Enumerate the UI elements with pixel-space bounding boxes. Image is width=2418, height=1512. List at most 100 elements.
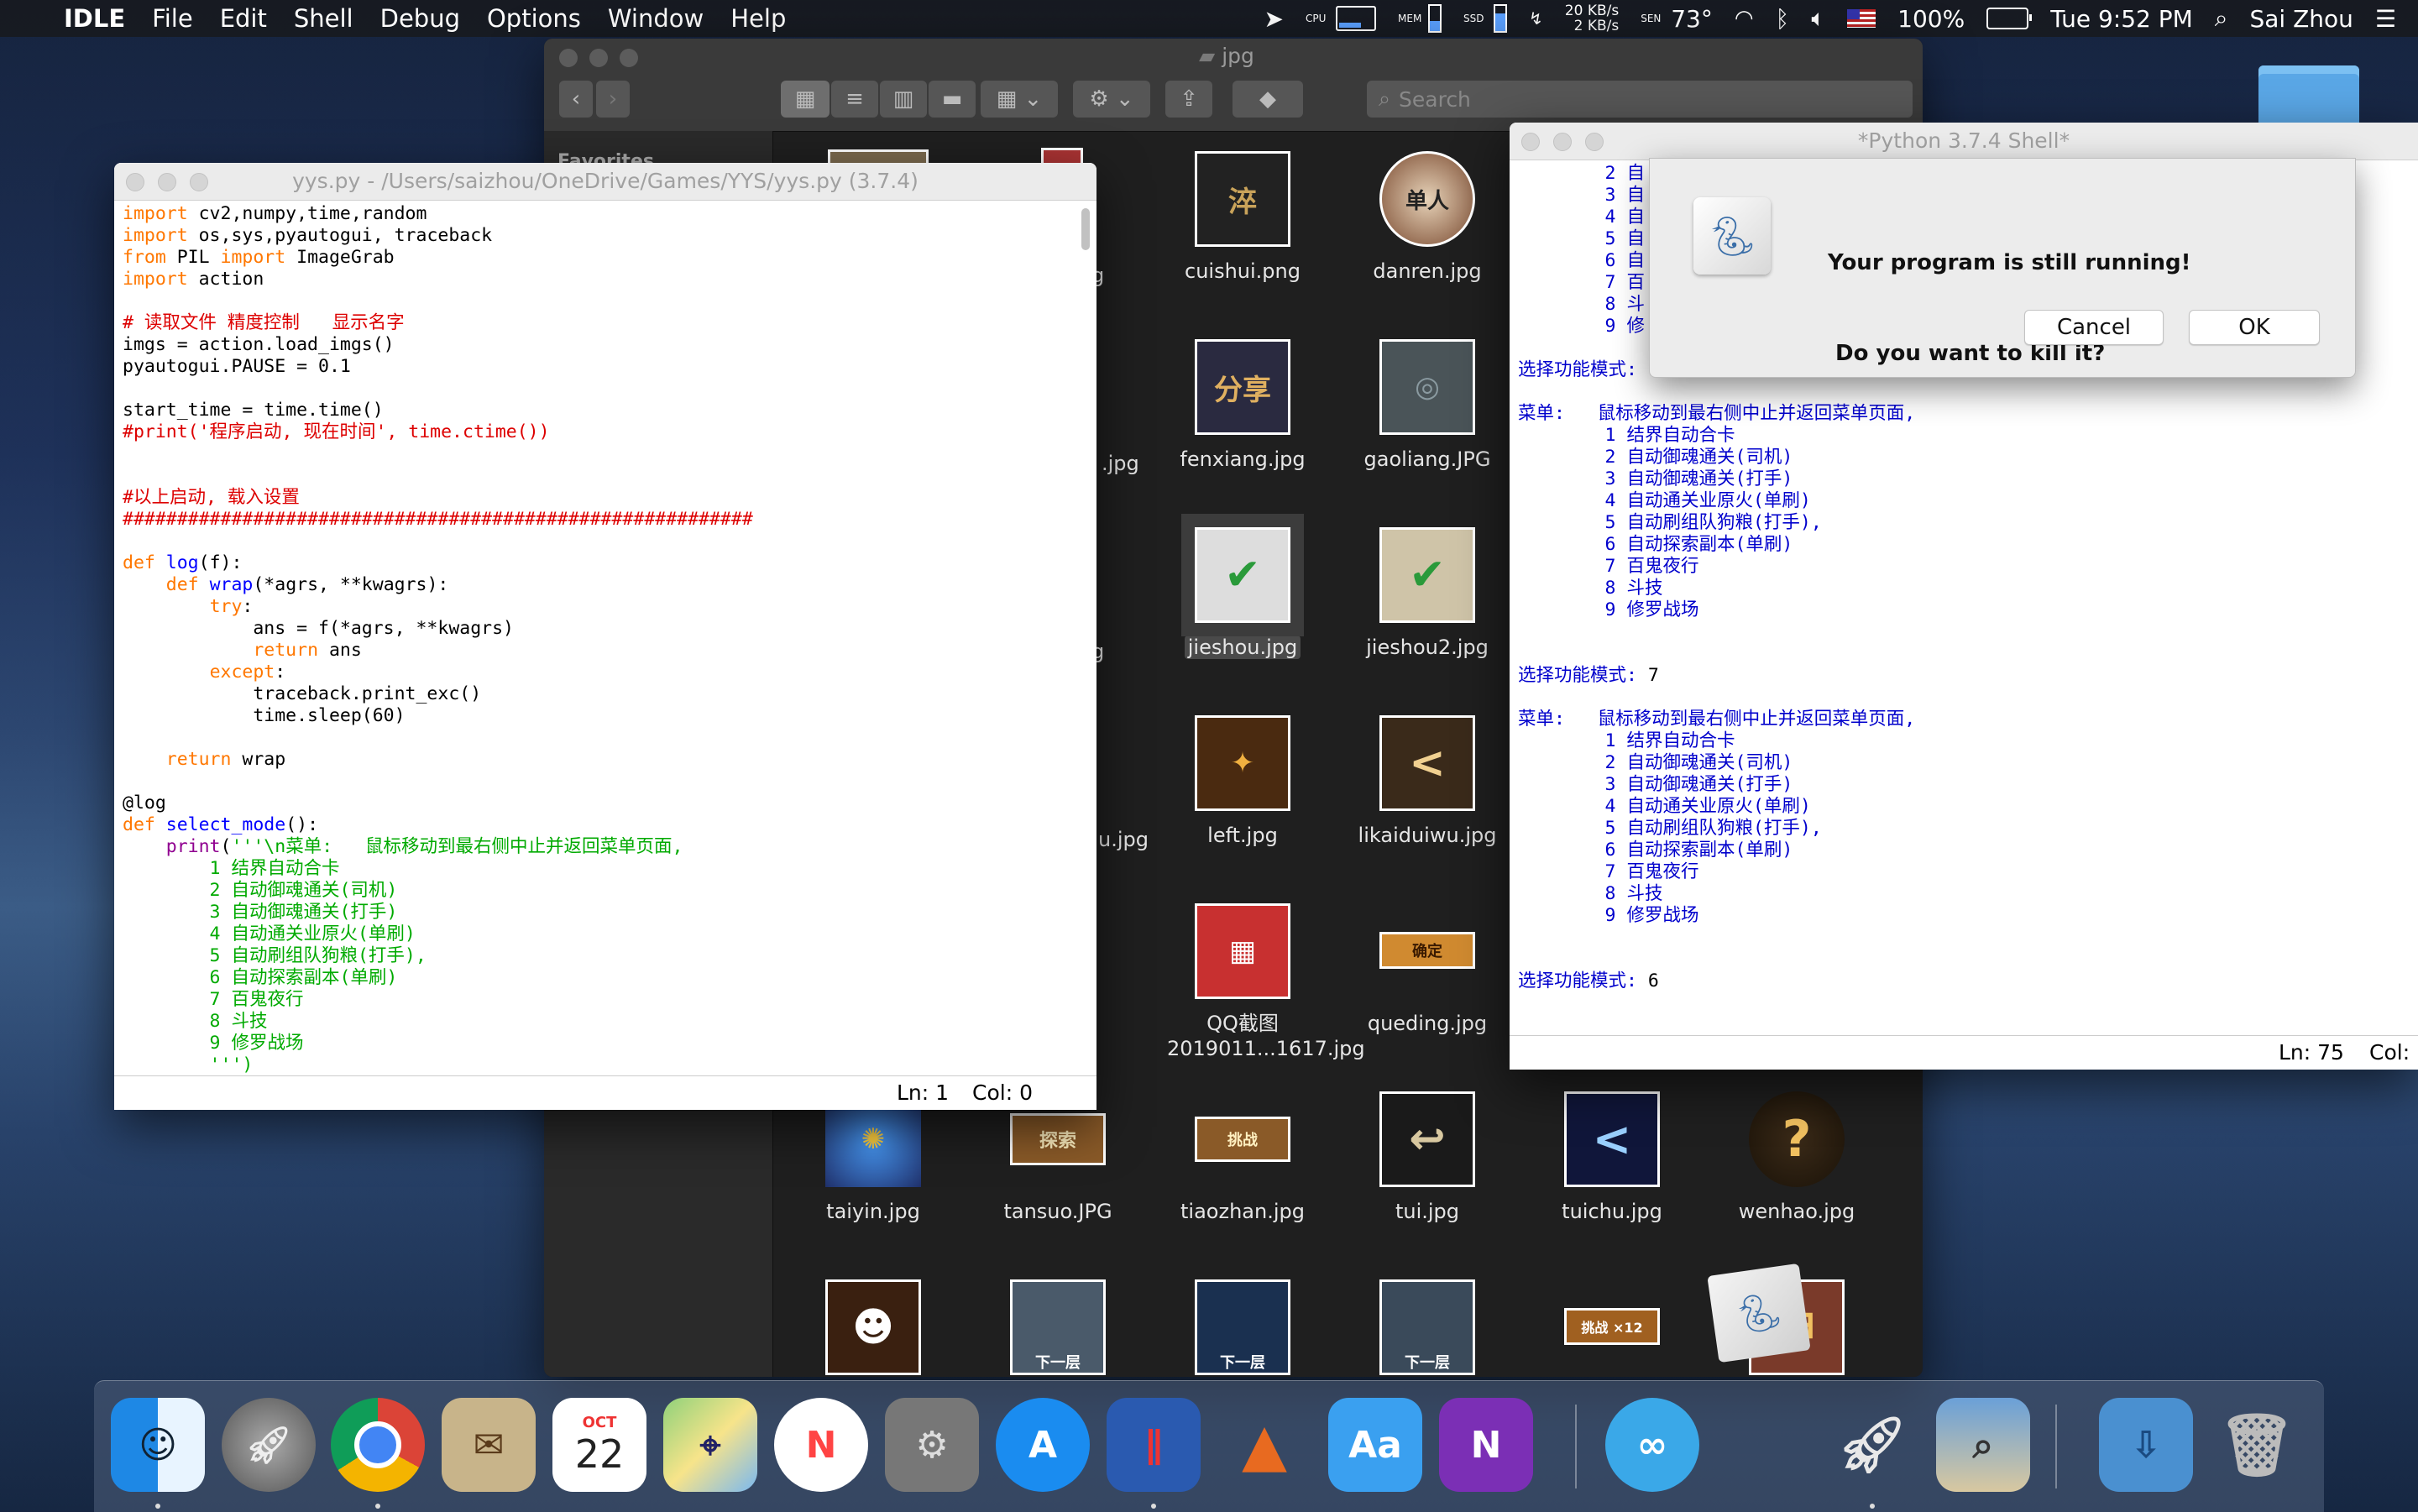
icon-view-button[interactable]: ▦ — [781, 81, 830, 118]
app-store-dock-icon[interactable]: A — [996, 1398, 1090, 1492]
group-button[interactable]: ▦ ⌄ — [981, 81, 1058, 118]
cancel-button[interactable]: Cancel — [2024, 310, 2164, 345]
onenote-dock-icon[interactable]: N — [1439, 1398, 1533, 1492]
running-indicator — [155, 1504, 160, 1509]
menu-debug[interactable]: Debug — [380, 4, 460, 33]
volume-icon[interactable]: 🔈︎ — [1811, 4, 1825, 33]
file-icon-selected[interactable]: ✔ jieshou.jpg — [1167, 514, 1318, 660]
file-icon[interactable]: ◎ gaoliang.JPG — [1352, 339, 1503, 472]
idle-python-dock-icon[interactable]: 🚀︎ — [1825, 1398, 1919, 1492]
menu-help[interactable]: Help — [730, 4, 786, 33]
file-icon[interactable]: 确定 queding.jpg — [1352, 903, 1503, 1036]
app-menu[interactable]: IDLE — [64, 4, 125, 33]
shell-zoom-button[interactable] — [1585, 133, 1604, 151]
memory-meter[interactable] — [1428, 4, 1442, 33]
dictionary-dock-icon[interactable]: Aa — [1328, 1398, 1422, 1492]
wifi-icon[interactable]: ◠ — [1735, 6, 1754, 31]
maps-dock-icon[interactable]: ⌖ — [663, 1398, 757, 1492]
file-icon[interactable]: 探索 tansuo.JPG — [982, 1091, 1133, 1224]
finder-dock-icon[interactable]: ☺ — [111, 1398, 205, 1492]
editor-scrollbar[interactable] — [1080, 201, 1091, 1083]
code-editor[interactable]: import cv2,numpy,time,random import os,s… — [123, 203, 1076, 1076]
launchpad-dock-icon[interactable]: 🚀︎ — [222, 1398, 316, 1492]
search-icon: ⌕ — [1379, 86, 1391, 111]
list-view-button[interactable]: ≡ — [831, 81, 878, 118]
action-gear-button[interactable]: ⚙ ⌄ — [1073, 81, 1150, 118]
file-icon[interactable]: ▦ QQ截图 2019011...1617.jpg — [1167, 903, 1365, 1061]
file-icon[interactable]: < likaiduiwu.jpg — [1352, 715, 1503, 848]
file-icon[interactable]: < tuichu.jpg — [1536, 1091, 1688, 1224]
cpu-meter[interactable] — [1336, 6, 1377, 31]
matlab-dock-icon[interactable]: ▲ — [1217, 1398, 1311, 1492]
editor-minimize-button[interactable] — [158, 173, 176, 191]
sensor-label: SEN — [1641, 13, 1662, 24]
column-view-button[interactable]: ▥ — [880, 81, 927, 118]
finder-close-button[interactable] — [559, 49, 578, 67]
file-icon[interactable]: ? wenhao.jpg — [1721, 1091, 1872, 1224]
downloads-dock-icon[interactable]: ⇩ — [2099, 1398, 2193, 1492]
file-icon[interactable]: 下一层 — [982, 1279, 1133, 1377]
battery-percent[interactable]: 100% — [1897, 5, 1965, 33]
menu-window[interactable]: Window — [608, 4, 704, 33]
news-dock-icon[interactable]: N — [774, 1398, 868, 1492]
finder-minimize-button[interactable] — [589, 49, 608, 67]
share-button[interactable]: ⇪ — [1165, 81, 1212, 118]
file-icon[interactable]: 挑战 tiaozhan.jpg — [1167, 1091, 1318, 1224]
battery-icon[interactable] — [1986, 8, 2033, 29]
forward-button[interactable]: › — [596, 81, 630, 118]
mail-dock-icon[interactable]: ✉ — [442, 1398, 536, 1492]
chrome-dock-icon[interactable] — [331, 1398, 425, 1492]
trash-dock-icon[interactable]: 🗑︎ — [2210, 1398, 2304, 1492]
file-icon[interactable]: 淬 cuishui.png — [1167, 151, 1318, 284]
file-icon[interactable]: 下一层 — [1352, 1279, 1503, 1377]
temperature[interactable]: 73° — [1671, 5, 1713, 33]
ssd-meter[interactable] — [1494, 4, 1508, 33]
tags-button[interactable]: ◆ — [1233, 81, 1303, 118]
location-icon[interactable]: ➤ — [1264, 5, 1284, 33]
menu-shell[interactable]: Shell — [294, 4, 353, 33]
python-file-drag-icon[interactable]: 🐍︎ — [1707, 1263, 1811, 1363]
shell-close-button[interactable] — [1521, 133, 1540, 151]
spotlight-search-icon[interactable]: ⌕ — [2215, 4, 2228, 33]
partial-file-label[interactable]: u.jpg — [1098, 828, 1149, 851]
file-thumbnail: < — [1379, 715, 1475, 811]
back-button[interactable]: ‹ — [559, 81, 593, 118]
file-name: danren.jpg — [1373, 259, 1482, 283]
clock[interactable]: Tue 9:52 PM — [2050, 5, 2193, 33]
file-icon[interactable]: ☻ — [798, 1279, 949, 1377]
menu-file[interactable]: File — [152, 4, 193, 33]
partial-file-label[interactable]: .jpg — [1102, 452, 1139, 475]
editor-zoom-button[interactable] — [190, 173, 208, 191]
menu-edit[interactable]: Edit — [220, 4, 267, 33]
user-name[interactable]: Sai Zhou — [2249, 5, 2353, 33]
folder-icon: ▰ — [1199, 44, 1216, 68]
shell-minimize-button[interactable] — [1553, 133, 1572, 151]
system-preferences-dock-icon[interactable]: ⚙ — [885, 1398, 979, 1492]
file-icon[interactable]: 下一层 — [1167, 1279, 1318, 1377]
ok-button[interactable]: OK — [2189, 310, 2320, 345]
net-up: 20 KB/s — [1564, 3, 1620, 19]
network-speed[interactable]: 20 KB/s 2 KB/s — [1565, 3, 1619, 34]
notification-center-icon[interactable]: ☰ — [2375, 5, 2396, 33]
gallery-view-button[interactable]: ▬ — [929, 81, 976, 118]
file-name: cuishui.png — [1185, 259, 1301, 283]
calendar-dock-icon[interactable]: OCT 22 — [552, 1398, 646, 1492]
search-field[interactable]: ⌕ Search — [1367, 81, 1913, 118]
editor-close-button[interactable] — [126, 173, 144, 191]
file-icon[interactable]: 分享 fenxiang.jpg — [1167, 339, 1318, 472]
input-source-flag-icon[interactable] — [1847, 9, 1876, 28]
file-icon[interactable]: ↩ tui.jpg — [1352, 1091, 1503, 1224]
preview-dock-icon[interactable]: ⌕ — [1936, 1398, 2030, 1492]
file-icon[interactable]: ✺ taiyin.jpg — [798, 1091, 949, 1224]
file-thumbnail: 淬 — [1195, 151, 1290, 247]
shell-title: *Python 3.7.4 Shell* — [1857, 128, 2070, 153]
menu-options[interactable]: Options — [487, 4, 581, 33]
parallels-dock-icon[interactable]: ∥ — [1107, 1398, 1201, 1492]
bluetooth-icon[interactable]: ᛒ — [1776, 5, 1790, 33]
file-icon[interactable]: 单人 danren.jpg — [1352, 151, 1503, 284]
file-icon[interactable]: ✦ left.jpg — [1167, 715, 1318, 848]
app-dock-icon[interactable]: ∞ — [1605, 1398, 1699, 1492]
finder-zoom-button[interactable] — [620, 49, 638, 67]
file-icon[interactable]: ✔ jieshou2.jpg — [1352, 527, 1503, 660]
file-icon[interactable]: 挑战 ×12 — [1536, 1279, 1688, 1357]
